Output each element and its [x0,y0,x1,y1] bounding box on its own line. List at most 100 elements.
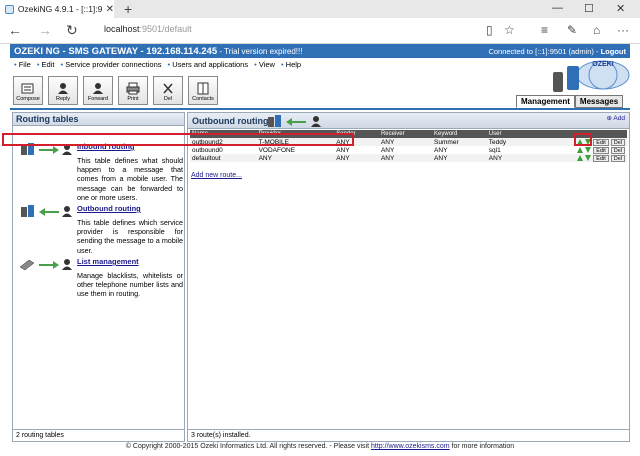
routing-tables-count: 2 routing tables [13,429,184,441]
printer-icon [126,82,140,95]
outbound-routing-icon [21,205,72,217]
tab-management[interactable]: Management [516,95,575,108]
list-management-desc: Manage blacklists, whitelists or other t… [77,271,183,299]
move-down-icon[interactable] [585,155,592,161]
outbound-routing-desc: This table defines which service provide… [77,218,183,255]
route-sender: ANY [336,146,350,154]
reply-icon [58,83,68,94]
route-user: ANY [486,154,528,162]
view-tabs: Management Messages [516,95,624,108]
route-provider: ANY [256,154,335,162]
move-up-icon[interactable] [577,155,584,161]
refresh-icon[interactable]: ↻ [66,22,78,39]
ozeki-logo: OZEKI [553,60,630,92]
contacts-button[interactable]: Contacts [188,76,218,105]
route-sender: ANY [334,154,379,162]
compose-icon [21,83,34,94]
outbound-routing-header: Outbound routing ⊕ Add [188,113,629,129]
menu-users-applications[interactable]: Users and applications [168,60,248,72]
browser-tab[interactable]: OzekiNG 4.9.1 - [::1]:9501 ✕ [0,0,114,18]
maximize-icon[interactable]: ☐ [584,2,594,15]
forward-user-icon [93,83,103,94]
connection-status: Connected to [::1]:9501 (admin) - Logout [488,46,626,56]
reading-view-icon[interactable]: ▯ [486,23,493,37]
delete-button[interactable]: Del [153,76,183,105]
route-name[interactable]: defaultout [190,154,257,162]
forward-button[interactable]: Forward [83,76,113,105]
compose-button[interactable]: Compose [13,76,43,105]
route-user: Teddy [486,138,528,146]
address-bar[interactable]: localhost:9501/default [104,24,474,38]
route-keyword: ANY [432,154,487,162]
logout-link[interactable]: Logout [601,47,626,56]
routes-count: 3 route(s) installed. [188,429,629,441]
menu-help[interactable]: Help [281,60,301,72]
web-note-icon[interactable]: ✎ [567,23,577,37]
toolbar: Compose Reply Forward Print Del Contacts [13,76,218,105]
menu-view[interactable]: View [254,60,275,72]
edit-button[interactable]: Edit [593,146,609,154]
move-up-icon[interactable] [577,147,584,153]
ozeki-website-link[interactable]: http://www.ozekisms.com [371,443,450,450]
logo-text: OZEKI [592,61,613,68]
page-favicon-icon [5,4,14,14]
forward-icon[interactable]: → [38,22,52,38]
outbound-routing-header-icon [268,115,321,127]
table-row[interactable]: defaultout ANY ANY ANY ANY ANY Edit Del [190,154,627,162]
menu-service-providers[interactable]: Service provider connections [60,60,161,72]
table-row[interactable]: outbound0 VODAFONE ANY ANY ANY sql1 Edit… [190,146,627,154]
hub-icon[interactable]: ≡ [541,23,548,37]
route-keyword: ANY [434,146,448,154]
browser-nav-bar: ← → ↻ localhost:9501/default ▯ ☆ ≡ ✎ ⌂ ·… [0,18,640,44]
more-icon[interactable]: ··· [617,23,629,37]
minimize-icon[interactable]: — [552,2,563,14]
route-actions: Edit Del [528,146,627,154]
list-management-link[interactable]: List management [77,257,139,266]
app-header: OZEKI NG - SMS GATEWAY - 192.168.114.245… [10,44,630,58]
route-receiver: ANY [380,146,395,154]
app-title: OZEKI NG - SMS GATEWAY - 192.168.114.245… [14,45,303,57]
address-path: :9501/default [139,24,192,34]
delete-route-button[interactable]: Del [610,146,625,154]
tab-close-icon[interactable]: ✕ [106,4,114,15]
tab-title: OzekiNG 4.9.1 - [::1]:9501 [17,4,102,14]
menu-edit[interactable]: Edit [37,60,55,72]
tab-messages[interactable]: Messages [574,95,624,108]
browser-tab-bar: OzekiNG 4.9.1 - [::1]:9501 ✕ + — ☐ ✕ [0,0,640,18]
highlight-row-box [2,133,354,146]
col-receiver[interactable]: Receiver [378,130,433,138]
outbound-routing-link[interactable]: Outbound routing [77,204,141,213]
delete-route-button[interactable]: Del [610,138,625,146]
favorite-star-icon[interactable]: ☆ [504,23,515,37]
list-management-icon [19,259,72,271]
print-button[interactable]: Print [118,76,148,105]
route-actions: Edit Del [527,154,627,162]
routing-tables-panel: Routing tables Inbound routing This tabl… [12,112,185,442]
menu-file[interactable]: File [14,60,31,72]
address-host: localhost [104,24,140,34]
route-name[interactable]: outbound0 [190,146,257,154]
move-down-icon[interactable] [585,147,592,153]
edit-button[interactable]: Edit [593,138,609,146]
new-tab-button[interactable]: + [124,1,132,17]
col-keyword[interactable]: Keyword [432,130,487,138]
delete-route-button[interactable]: Del [610,154,625,162]
route-receiver: ANY [378,138,433,146]
routing-tables-title: Routing tables [13,113,184,126]
share-icon[interactable]: ⌂ [593,23,600,37]
window-close-icon[interactable]: ✕ [616,2,625,15]
route-receiver: ANY [378,154,433,162]
contacts-book-icon [197,82,209,95]
back-icon[interactable]: ← [8,22,22,38]
route-provider: VODAFONE [258,146,296,154]
copyright-footer: © Copyright 2000-2015 Ozeki Informatics … [125,443,515,450]
add-link[interactable]: ⊕ Add [607,114,625,122]
header-divider [10,108,630,110]
add-new-route-link[interactable]: Add new route... [191,172,242,179]
reply-button[interactable]: Reply [48,76,78,105]
edit-button[interactable]: Edit [593,154,609,162]
delete-x-icon [163,83,173,94]
route-user: sql1 [488,146,501,154]
col-user[interactable]: User [486,130,528,138]
route-keyword: Summer [432,138,487,146]
